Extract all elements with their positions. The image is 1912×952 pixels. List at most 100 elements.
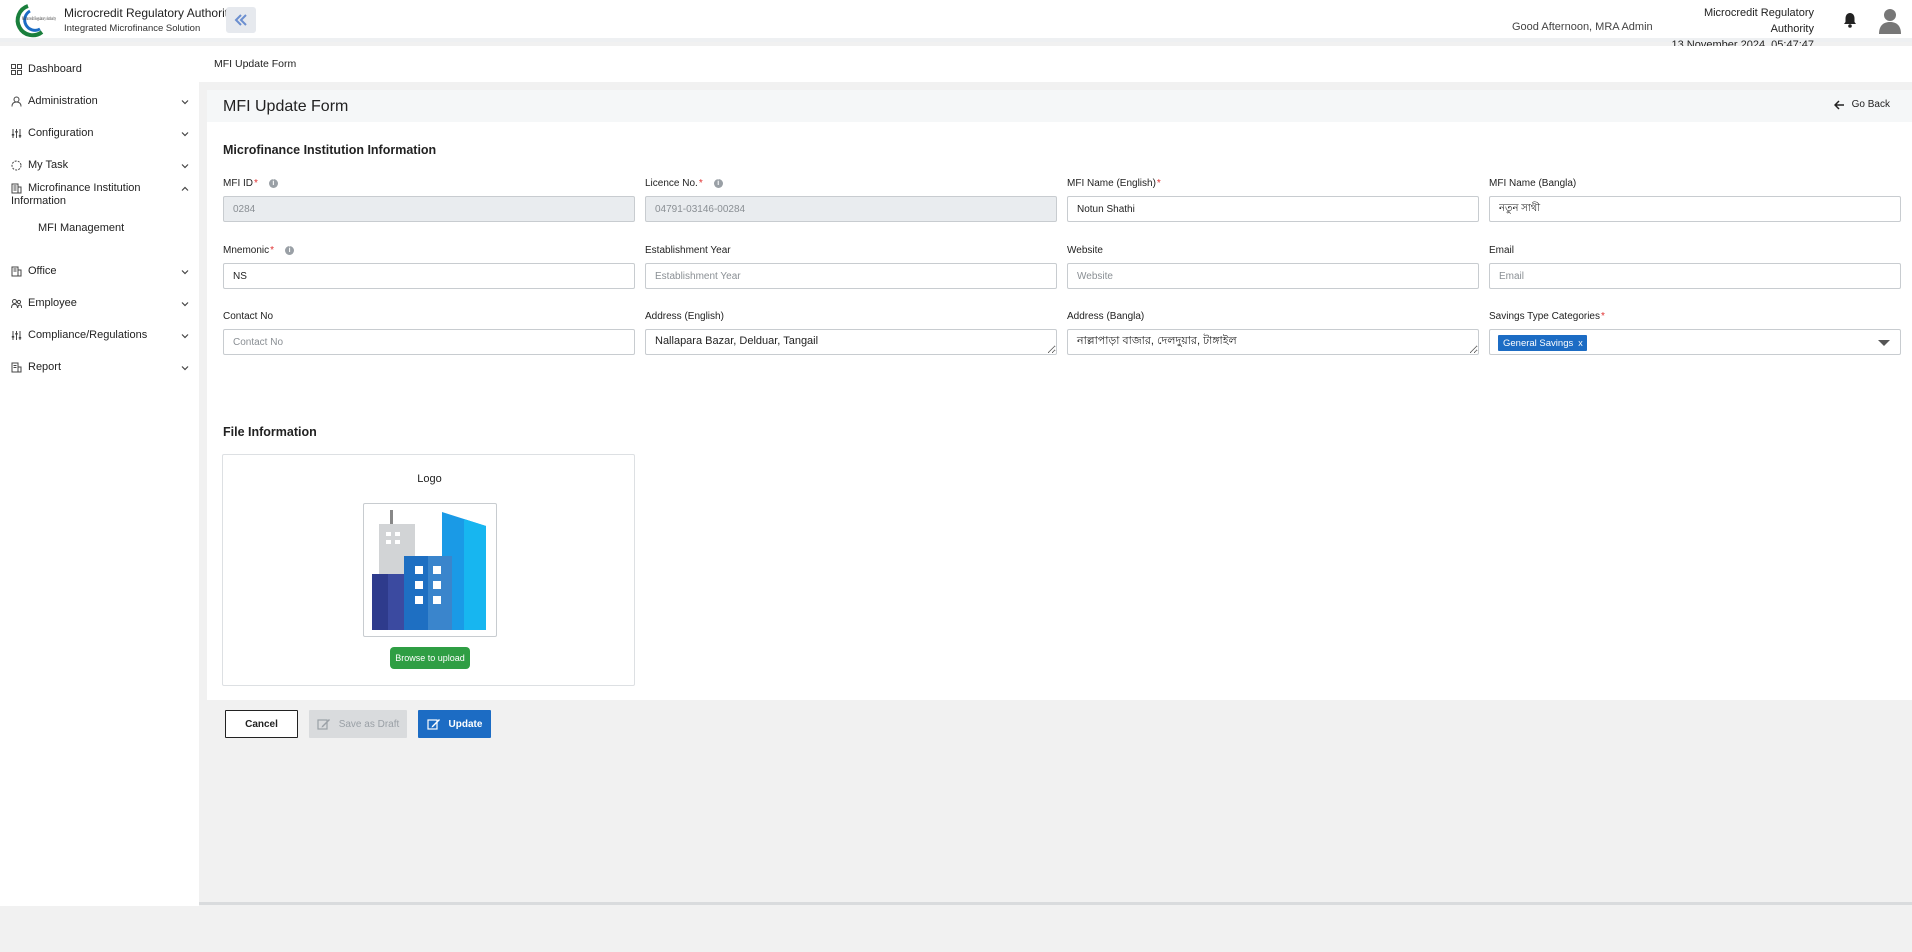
field-savings-type: Savings Type Categories * General Savings…: [1489, 309, 1901, 355]
card-header: MFI Update Form Go Back: [207, 90, 1912, 122]
field-label: Licence No.: [645, 177, 698, 189]
save-draft-label: Save as Draft: [338, 718, 400, 730]
mfi-id-input: [223, 196, 635, 222]
sliders-icon: [11, 129, 22, 138]
sidebar-item-office[interactable]: Office: [0, 265, 199, 277]
chevron-down-icon: [181, 302, 189, 307]
greeting-text: Good Afternoon, MRA Admin: [1512, 21, 1653, 33]
edit-icon: [317, 719, 330, 730]
breadcrumb: MFI Update Form: [214, 58, 297, 70]
field-label: MFI Name (English): [1067, 177, 1156, 189]
section-title-file: File Information: [223, 425, 317, 439]
field-establishment-year: Establishment Year: [645, 243, 1057, 289]
mfi-name-english-input[interactable]: [1067, 196, 1479, 222]
browse-upload-button[interactable]: Browse to upload: [390, 647, 470, 669]
mra-logo: Microcredit Regulatory Authority: [8, 2, 58, 40]
sidebar-item-dashboard[interactable]: Dashboard: [0, 63, 199, 75]
required-mark: *: [254, 177, 258, 189]
top-header: Microcredit Regulatory Authority Microcr…: [0, 0, 1912, 67]
tag-label: General Savings: [1503, 337, 1574, 349]
office-icon: [11, 266, 22, 277]
field-label: Establishment Year: [645, 244, 731, 256]
cancel-button[interactable]: Cancel: [225, 710, 298, 738]
chevron-up-icon: [181, 186, 189, 191]
sidebar-item-label: Report: [28, 361, 62, 373]
required-mark: *: [1156, 177, 1161, 189]
double-chevron-left-icon: [234, 14, 247, 26]
sidebar-item-label: Microfinance Institution Information: [11, 182, 141, 207]
sidebar: Dashboard Administration Configuration M…: [0, 46, 199, 906]
field-licence-no: Licence No. * i: [645, 176, 1057, 222]
chevron-down-icon: [181, 366, 189, 371]
field-label: Savings Type Categories: [1489, 310, 1600, 322]
field-website: Website: [1067, 243, 1479, 289]
address-bangla-textarea[interactable]: নাল্লাপাড়া বাজার, দেলদুয়ার, টাঙ্গাইল: [1067, 329, 1479, 355]
sidebar-item-configuration[interactable]: Configuration: [0, 127, 199, 139]
field-label: Email: [1489, 244, 1515, 256]
caret-down-icon[interactable]: [1878, 340, 1890, 346]
sidebar-item-employee[interactable]: Employee: [0, 297, 199, 309]
chevron-down-icon: [181, 270, 189, 275]
logo-preview: [363, 503, 497, 637]
website-input[interactable]: [1067, 263, 1479, 289]
info-icon[interactable]: i: [713, 178, 723, 188]
go-back-button[interactable]: Go Back: [1833, 99, 1890, 110]
field-label: MFI ID: [223, 177, 253, 189]
go-back-label: Go Back: [1851, 99, 1890, 110]
email-input[interactable]: [1489, 263, 1901, 289]
logo-label: Logo: [417, 473, 442, 485]
tag-remove-button[interactable]: x: [1578, 338, 1583, 348]
brand-tagline: Integrated Microfinance Solution: [64, 23, 201, 34]
field-label: Address (Bangla): [1067, 310, 1145, 322]
breadcrumb-bar: MFI Update Form: [199, 46, 1912, 82]
sidebar-item-compliance[interactable]: Compliance/Regulations: [0, 329, 199, 341]
update-label: Update: [448, 718, 483, 730]
sidebar-item-mfi-information[interactable]: Microfinance Institution Information: [0, 182, 199, 208]
savings-type-multiselect[interactable]: General Savings x: [1489, 329, 1901, 355]
required-mark: *: [1601, 310, 1605, 322]
save-draft-button[interactable]: Save as Draft: [309, 710, 407, 738]
required-mark: *: [270, 244, 275, 256]
chevron-down-icon: [181, 334, 189, 339]
contact-no-input[interactable]: [223, 329, 635, 355]
building-placeholder-icon: [372, 510, 486, 630]
establishment-year-input[interactable]: [645, 263, 1057, 289]
field-mfi-name-bangla: MFI Name (Bangla): [1489, 176, 1901, 222]
brand-name: Microcredit Regulatory Authority: [64, 6, 235, 20]
update-button[interactable]: Update: [418, 710, 491, 738]
chevron-down-icon: [181, 100, 189, 105]
chevron-down-icon: [181, 132, 189, 137]
user-avatar-icon[interactable]: [1876, 6, 1904, 34]
employee-icon: [11, 299, 22, 309]
sidebar-item-administration[interactable]: Administration: [0, 95, 199, 107]
selected-tag: General Savings x: [1498, 335, 1587, 351]
org-name: Microcredit Regulatory Authority: [1703, 7, 1814, 35]
field-label: Mnemonic: [223, 244, 270, 256]
mfi-name-bangla-input[interactable]: [1489, 196, 1901, 222]
sidebar-item-label: Compliance/Regulations: [28, 329, 148, 341]
sidebar-item-label: Employee: [28, 297, 77, 309]
task-icon: [11, 160, 22, 171]
grid-icon: [11, 64, 22, 75]
field-address-bangla: Address (Bangla) নাল্লাপাড়া বাজার, দেলদ…: [1067, 309, 1479, 358]
page-title: MFI Update Form: [223, 98, 349, 115]
field-label: Address (English): [645, 310, 724, 322]
field-address-english: Address (English) Nallapara Bazar, Deldu…: [645, 309, 1057, 358]
address-english-textarea[interactable]: Nallapara Bazar, Delduar, Tangail: [645, 329, 1057, 355]
sidebar-collapse-button[interactable]: [226, 7, 256, 33]
info-icon[interactable]: i: [285, 245, 295, 255]
brand[interactable]: Microcredit Regulatory Authority Microcr…: [8, 2, 234, 40]
sidebar-item-my-task[interactable]: My Task: [0, 159, 199, 171]
footer: [0, 906, 1912, 952]
sliders-icon: [11, 331, 22, 340]
sidebar-item-report[interactable]: Report: [0, 361, 199, 373]
required-mark: *: [698, 177, 703, 189]
bell-icon[interactable]: [1843, 12, 1857, 28]
info-icon[interactable]: i: [268, 178, 278, 188]
sidebar-subitem-mfi-management[interactable]: MFI Management: [38, 222, 124, 234]
licence-no-input: [645, 196, 1057, 222]
report-icon: [11, 362, 22, 373]
mnemonic-input[interactable]: [223, 263, 635, 289]
field-label: Website: [1067, 244, 1103, 256]
field-mfi-name-english: MFI Name (English) *: [1067, 176, 1479, 222]
